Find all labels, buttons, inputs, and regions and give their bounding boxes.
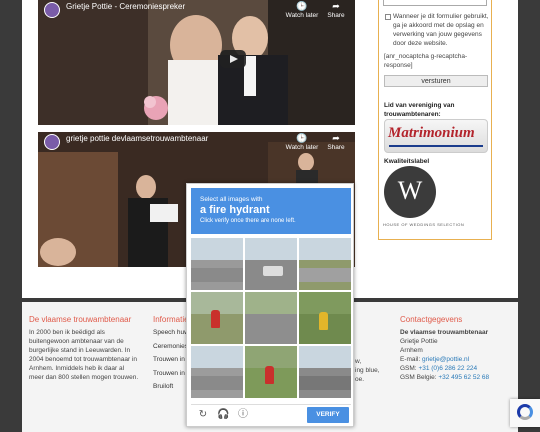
share-button[interactable]: ➦ Share bbox=[316, 1, 355, 19]
captcha-grid bbox=[191, 238, 351, 400]
captcha-tile[interactable] bbox=[299, 346, 351, 398]
contact-person: Grietje Pottie bbox=[400, 338, 438, 345]
contact-city: Arnhem bbox=[400, 347, 423, 354]
contact-gsm-be-row: GSM Belgie: +32 495 62 52 68 bbox=[400, 374, 490, 381]
contact-name: De vlaamse trouwambtenaar bbox=[400, 329, 489, 336]
matrimonium-logo[interactable]: Matrimonium bbox=[384, 119, 488, 153]
captcha-tile[interactable] bbox=[245, 238, 297, 290]
footer-about: De vlaamse trouwambtenaar In 2000 ben ik… bbox=[29, 314, 139, 382]
captcha-tile[interactable] bbox=[191, 238, 243, 290]
gsm-link[interactable]: +31 (0)6 286 22 224 bbox=[418, 365, 477, 372]
recaptcha-logo-icon bbox=[517, 404, 533, 420]
page: Grietje Pottie - Ceremoniespreker 🕒 Watc… bbox=[0, 0, 540, 432]
email-link[interactable]: grietje@pottie.nl bbox=[422, 356, 469, 363]
captcha-tile[interactable] bbox=[191, 292, 243, 344]
captcha-tile[interactable] bbox=[245, 292, 297, 344]
captcha-tile[interactable] bbox=[191, 346, 243, 398]
share-icon: ➦ bbox=[332, 1, 340, 11]
footer-contact: Contactgegevens De vlaamse trouwambtenaa… bbox=[400, 314, 510, 382]
footer-col3-fragment: w, ing blue, oe. bbox=[355, 358, 380, 383]
contact-gsm-row: GSM: +31 (0)6 286 22 224 bbox=[400, 365, 478, 372]
nocaptcha-shortcode: [anr_nocaptcha g-recaptcha-response] bbox=[384, 53, 468, 69]
send-button[interactable]: versturen bbox=[384, 75, 488, 87]
recaptcha-badge[interactable] bbox=[510, 399, 540, 427]
sidebar: Wanneer je dit formulier gebruikt, ga je… bbox=[378, 0, 492, 240]
reload-icon[interactable]: ↻ bbox=[197, 409, 209, 421]
house-of-weddings-seal[interactable]: W bbox=[384, 166, 436, 218]
share-button[interactable]: ➦ Share bbox=[316, 133, 355, 151]
captcha-footer: ↻ 🎧 ⓘ VERIFY bbox=[191, 404, 351, 424]
captcha-tile[interactable] bbox=[299, 238, 351, 290]
contact-email-row: E-mail: grietje@pottie.nl bbox=[400, 356, 470, 363]
headphones-icon[interactable]: 🎧 bbox=[217, 409, 229, 421]
captcha-instruction: Select all images with bbox=[200, 196, 263, 203]
recaptcha-challenge: Select all images with a fire hydrant Cl… bbox=[186, 183, 354, 427]
captcha-tile[interactable] bbox=[299, 292, 351, 344]
channel-avatar[interactable] bbox=[44, 2, 60, 18]
consent-text: Wanneer je dit formulier gebruikt, ga je… bbox=[393, 13, 489, 47]
matrimonium-logo-text: Matrimonium bbox=[388, 125, 475, 141]
gsm-belgie-link[interactable]: +32 495 62 52 68 bbox=[438, 374, 489, 381]
captcha-target: a fire hydrant bbox=[200, 204, 270, 216]
channel-avatar[interactable] bbox=[44, 134, 60, 150]
membership-heading: Lid van vereniging van trouwambtenaren: bbox=[384, 102, 455, 118]
share-icon: ➦ bbox=[332, 133, 340, 143]
video-title[interactable]: grietje pottie devlaamsetrouwambtenaar bbox=[66, 134, 208, 143]
footer-about-heading: De vlaamse trouwambtenaar bbox=[29, 315, 132, 324]
captcha-hint: Click verify once there are none left. bbox=[200, 218, 296, 224]
verify-button[interactable]: VERIFY bbox=[307, 407, 349, 423]
quality-label-heading: Kwaliteitslabel bbox=[384, 158, 430, 165]
play-button[interactable] bbox=[220, 50, 246, 68]
info-icon[interactable]: ⓘ bbox=[237, 409, 249, 421]
footer-contact-heading: Contactgegevens bbox=[400, 315, 463, 324]
video-player-1[interactable]: Grietje Pottie - Ceremoniespreker 🕒 Watc… bbox=[38, 0, 355, 125]
video-title[interactable]: Grietje Pottie - Ceremoniespreker bbox=[66, 2, 185, 11]
consent-checkbox[interactable] bbox=[385, 14, 391, 20]
seal-caption: HOUSE OF WEDDINGS SELECTION bbox=[383, 222, 465, 227]
message-textarea[interactable] bbox=[383, 0, 487, 6]
captcha-tile[interactable] bbox=[245, 346, 297, 398]
footer-about-text: In 2000 ben ik beëdigd als buitengewoon … bbox=[29, 329, 139, 381]
captcha-header: Select all images with a fire hydrant Cl… bbox=[191, 188, 351, 234]
